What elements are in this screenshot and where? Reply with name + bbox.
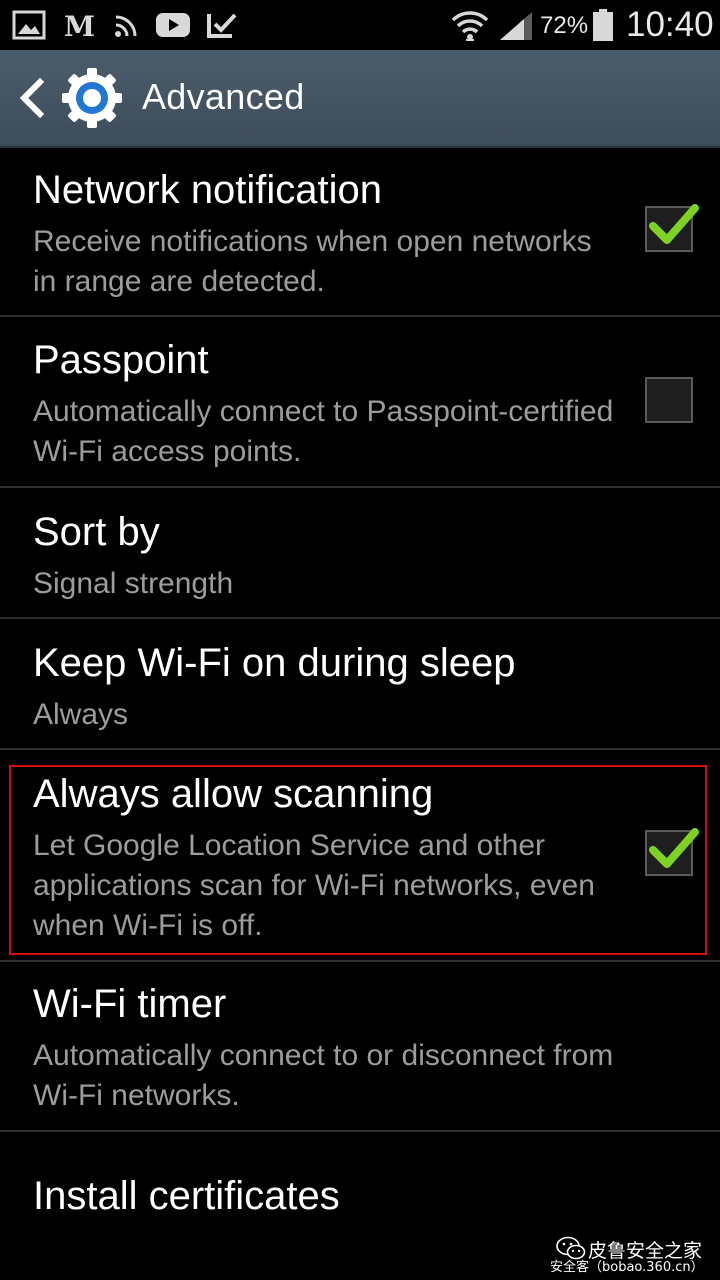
- passpoint-checkbox[interactable]: [645, 377, 693, 423]
- setting-wifi-timer[interactable]: Wi-Fi timer Automatically connect to or …: [0, 962, 720, 1130]
- watermark-source: 安全客（bobao.360.cn）: [550, 1260, 704, 1275]
- task-icon: [207, 13, 237, 38]
- setting-summary: Always: [33, 698, 129, 731]
- wifi-icon: [451, 11, 489, 41]
- settings-gear-icon: [62, 68, 122, 128]
- battery-percentage: 72%: [540, 12, 589, 39]
- setting-passpoint[interactable]: Passpoint Automatically connect to Passp…: [0, 317, 720, 487]
- news-icon: M: [64, 10, 95, 40]
- youtube-icon: [156, 13, 190, 37]
- setting-title: Sort by: [33, 510, 160, 554]
- setting-title: Network notification: [33, 168, 383, 212]
- setting-network-notification[interactable]: Network notification Receive notificatio…: [0, 148, 720, 316]
- highlight-box: [9, 765, 707, 955]
- gallery-icon: [12, 10, 46, 40]
- setting-summary: Receive notifications when open networks…: [33, 225, 592, 298]
- signal-icon: [500, 12, 532, 40]
- status-bar: M 72% 10:40: [0, 0, 720, 50]
- network-notification-checkbox[interactable]: [645, 204, 699, 252]
- svg-text:M: M: [64, 10, 95, 40]
- setting-title: Install certificates: [33, 1174, 340, 1218]
- page-title: Advanced: [142, 76, 305, 117]
- setting-summary: Signal strength: [33, 567, 234, 600]
- setting-title: Passpoint: [33, 338, 209, 382]
- battery-icon: [593, 9, 613, 41]
- action-bar: Advanced: [0, 50, 720, 148]
- clock: 10:40: [626, 5, 714, 44]
- setting-title: Wi-Fi timer: [33, 982, 227, 1026]
- check-mark-icon: [649, 204, 699, 244]
- rss-icon: [115, 15, 137, 37]
- setting-summary: Automatically connect to Passpoint-certi…: [33, 395, 614, 468]
- setting-keep-wifi-on-during-sleep[interactable]: Keep Wi-Fi on during sleep Always: [0, 619, 720, 749]
- setting-title: Keep Wi-Fi on during sleep: [33, 641, 516, 685]
- setting-summary: Automatically connect to or disconnect f…: [33, 1039, 614, 1112]
- back-icon[interactable]: [14, 78, 50, 118]
- setting-sort-by[interactable]: Sort by Signal strength: [0, 488, 720, 618]
